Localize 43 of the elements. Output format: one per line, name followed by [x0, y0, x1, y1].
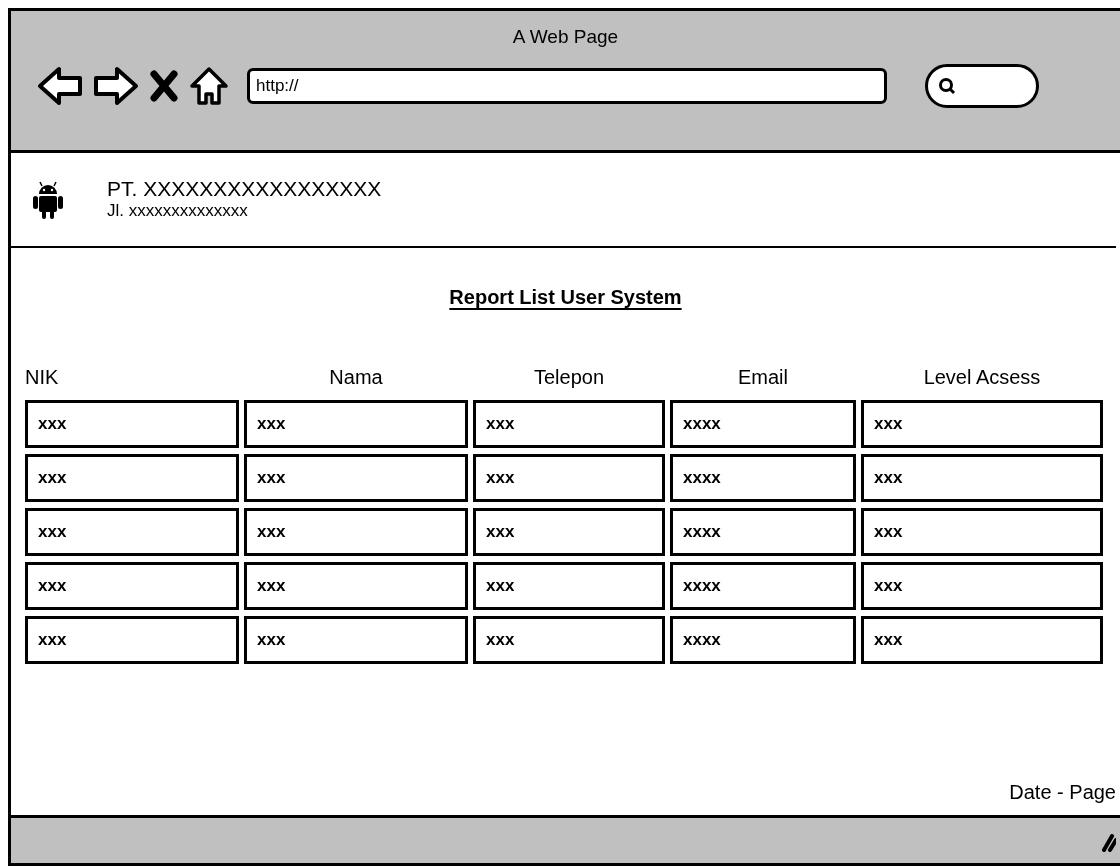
- table-cell: xxx: [473, 616, 665, 664]
- search-icon: [938, 76, 956, 95]
- table-cell: xxxx: [670, 454, 856, 502]
- table-cell: xxxx: [670, 400, 856, 448]
- column-header: Telepon: [533, 365, 605, 390]
- table-cell: xxx: [25, 508, 239, 556]
- table-cell: xxx: [473, 454, 665, 502]
- table-cell: xxx: [25, 454, 239, 502]
- table-cell: xxx: [244, 508, 468, 556]
- table-cell: xxx: [861, 562, 1103, 610]
- company-address: Jl. xxxxxxxxxxxxxx: [107, 199, 249, 222]
- table-cell: xxx: [861, 454, 1103, 502]
- forward-icon[interactable]: [93, 65, 139, 106]
- table-cell: xxx: [25, 400, 239, 448]
- column-header: NIK: [25, 365, 59, 390]
- robot-icon: [33, 179, 63, 220]
- table-cell: xxx: [244, 400, 468, 448]
- window-title: A Web Page: [512, 25, 619, 49]
- table-cell: xxx: [861, 508, 1103, 556]
- table-cell: xxx: [244, 562, 468, 610]
- table-cell: xxxx: [670, 562, 856, 610]
- table-cell: xxx: [25, 562, 239, 610]
- column-header: Level Acsess: [923, 365, 1041, 390]
- home-icon[interactable]: [189, 65, 229, 106]
- column-header: Nama: [329, 365, 383, 390]
- table-cell: xxx: [244, 616, 468, 664]
- table-cell: xxx: [473, 400, 665, 448]
- table-cell: xxx: [861, 616, 1103, 664]
- close-icon[interactable]: [149, 69, 179, 102]
- report-title: Report List User System: [449, 285, 682, 310]
- table-cell: xxx: [244, 454, 468, 502]
- table-cell: xxx: [25, 616, 239, 664]
- url-field[interactable]: http://: [247, 67, 887, 104]
- table-cell: xxx: [861, 400, 1103, 448]
- footer-text: Date - Page: [1009, 780, 1116, 805]
- search-field[interactable]: [925, 63, 1039, 108]
- back-icon[interactable]: [37, 65, 83, 106]
- column-header: Email: [738, 365, 788, 390]
- company-name: PT. XXXXXXXXXXXXXXXXX: [107, 177, 382, 200]
- table-cell: xxx: [473, 562, 665, 610]
- table-cell: xxxx: [670, 616, 856, 664]
- table-cell: xxxx: [670, 508, 856, 556]
- table-cell: xxx: [473, 508, 665, 556]
